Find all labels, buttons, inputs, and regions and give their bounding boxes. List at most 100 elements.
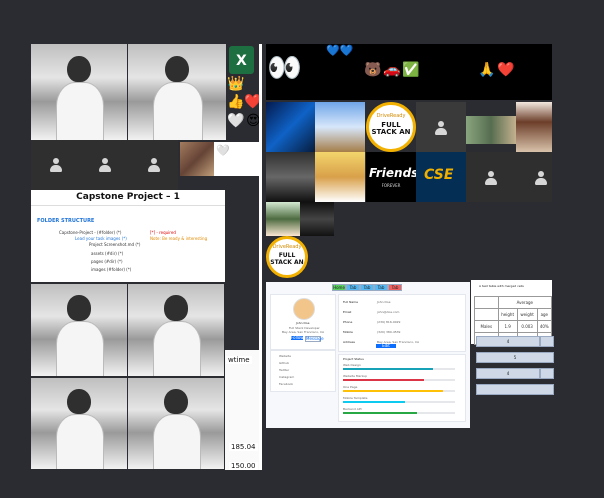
github-link[interactable]: Github (279, 361, 289, 365)
participant-thumbnail[interactable] (266, 152, 315, 202)
participant-thumbnail[interactable] (300, 202, 334, 236)
profile-location: Bay Area, San Francisco, CA (282, 330, 325, 334)
twitter-link[interactable]: Twitter (279, 368, 289, 372)
avatar (293, 298, 315, 320)
user-icon (49, 158, 63, 172)
eyes-icon: 👀 (267, 51, 302, 84)
tab-item[interactable]: Tab (388, 284, 402, 291)
required-note: [*] - required (150, 230, 176, 235)
field-label: Mobile (343, 330, 353, 334)
participant-thumbnail[interactable] (266, 202, 300, 236)
halo-icon: 😇 (516, 62, 531, 78)
heart-eyes-icon: 😍 (421, 62, 436, 78)
table-caption: A test table with merged cells (479, 284, 524, 288)
tab-item[interactable]: Tab (374, 284, 388, 291)
user-icon (147, 158, 161, 172)
participant-photo (31, 44, 127, 140)
brand-logo: DriveReady FULL STACK AN (266, 236, 308, 278)
field-label: Email (343, 310, 352, 314)
follow-button[interactable]: Follow (291, 336, 304, 340)
tab-item[interactable]: Tab (360, 284, 374, 291)
social-links-card: Website Github Twitter Instagram Faceboo… (270, 350, 336, 392)
participant-photo (128, 378, 224, 469)
tab-home[interactable]: Home (332, 284, 346, 291)
profile-details-card: Full Name John Doe Email john@doe.com Ph… (338, 294, 466, 352)
instagram-link[interactable]: Instagram (279, 375, 294, 379)
heart-icon: 🤍 (227, 113, 245, 129)
side-button[interactable]: 4 (476, 368, 540, 379)
scrollbar[interactable] (259, 44, 262, 470)
field-value: (320) 380-4539 (377, 330, 401, 334)
participant-thumbnail[interactable] (180, 142, 214, 176)
bear-icon: 🐻 (364, 62, 382, 78)
facebook-link[interactable]: Facebook (279, 382, 293, 386)
table-header: age (536, 308, 553, 321)
friends-title: Friends (369, 166, 416, 180)
participant-photo (128, 284, 224, 376)
profile-dashboard[interactable]: Home Tab Tab Tab Tab John Doe Full Stack… (266, 282, 470, 428)
progress-label: Backend API (343, 407, 362, 411)
progress-bar (343, 401, 405, 403)
excel-icon: X (229, 46, 254, 74)
tab-item[interactable]: Tab (346, 284, 360, 291)
thumbs-up-icon: 👍 (227, 94, 245, 110)
participant-photo (31, 378, 127, 469)
overlay-panel (225, 350, 262, 470)
progress-label: Mobile Template (343, 396, 368, 400)
value-label: 150.00 (229, 462, 258, 470)
table-header: Average (497, 296, 553, 309)
project-status-title: Project Status (343, 357, 364, 361)
participant-thumbnail[interactable] (315, 102, 365, 152)
side-button[interactable]: 5 (476, 352, 554, 363)
check-icon: ✅ (402, 62, 420, 78)
website-link[interactable]: Website (279, 354, 291, 358)
time-label: wtime (226, 356, 252, 364)
side-button[interactable] (476, 384, 554, 395)
field-label: Full Name (343, 300, 358, 304)
table-row-label: Males (474, 320, 499, 333)
participant-thumbnail[interactable] (516, 102, 552, 152)
brand-title: FULL STACK AN (371, 121, 411, 136)
blue-heart-icon: 💙💙 (326, 44, 354, 57)
cse-label: CSE (424, 167, 454, 183)
message-button[interactable]: Message (305, 336, 324, 342)
field-value: John Doe (377, 300, 391, 304)
table-header: height (497, 308, 518, 321)
side-button[interactable]: 4 (476, 336, 540, 347)
progress-bar (343, 412, 417, 414)
profile-card: John Doe Full Stack Developer Bay Area, … (270, 294, 336, 350)
side-button[interactable] (540, 336, 554, 347)
document-line: Project Screenshot.md (*) (89, 242, 141, 247)
document-preview[interactable]: Capstone Project – 1 FOLDER STRUCTURE Ca… (31, 190, 225, 282)
friends-subtitle: FOREVER (381, 183, 401, 188)
document-line: Capstone-Project - (#folder) (*) (59, 230, 122, 235)
field-value: john@doe.com (377, 310, 400, 314)
progress-label: Web Design (343, 363, 361, 367)
divider (31, 205, 225, 206)
brand-subtitle: DriveReady (376, 113, 406, 119)
cse-card[interactable]: CSE (416, 152, 466, 202)
document-line: Lead your task images (*) (75, 236, 127, 241)
laugh-icon: 😂 (459, 62, 476, 78)
participant-thumbnail[interactable] (315, 152, 365, 202)
pray-icon: 🙏 (478, 62, 496, 78)
progress-bar (343, 368, 433, 370)
document-line: assets (#dir) (*) (91, 251, 124, 256)
heart-icon: 🤍 (216, 144, 230, 157)
heart-exclamation-icon: ❤️ (497, 62, 515, 78)
field-value: (239) 816-9029 (377, 320, 401, 324)
value-label: 185.04 (229, 443, 258, 451)
progress-bar (343, 390, 443, 392)
table-header-empty (474, 296, 499, 309)
laugh-icon: 😂 (535, 62, 552, 78)
folder-structure-heading: FOLDER STRUCTURE (37, 218, 95, 224)
side-button[interactable] (540, 368, 554, 379)
friends-card[interactable]: Friends FOREVER (366, 152, 416, 202)
participant-photo (31, 284, 127, 376)
table-cell: 0.003 (516, 320, 538, 333)
edit-button[interactable]: Edit (376, 344, 396, 348)
participant-thumbnail[interactable] (466, 116, 516, 144)
brand-subtitle: DriveReady (272, 244, 302, 250)
meeting-grid: 🤍 X 👑 👍 ❤️ 🤍 😍 Capstone Project – 1 FOLD… (0, 0, 604, 498)
participant-thumbnail[interactable] (266, 102, 315, 152)
